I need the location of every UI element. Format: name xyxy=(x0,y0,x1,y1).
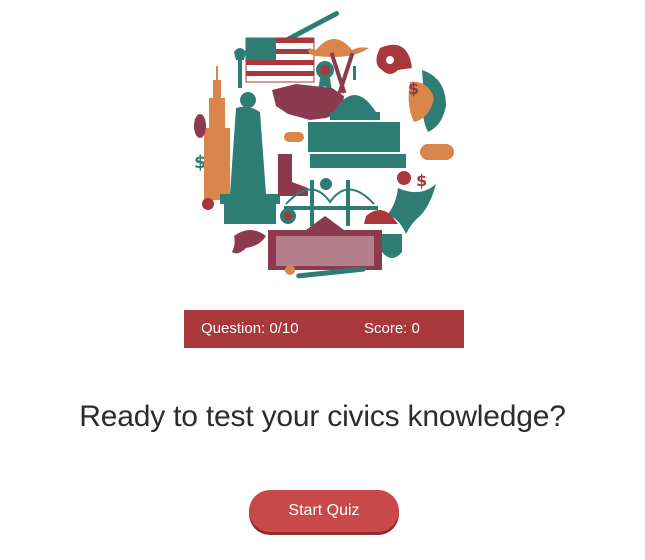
quiz-status-bar: Question: 0/10 Score: 0 xyxy=(184,310,464,348)
question-counter: Question: 0/10 xyxy=(201,320,299,337)
svg-text:$: $ xyxy=(416,171,427,190)
score-counter: Score: 0 xyxy=(364,320,420,337)
white-house-icon xyxy=(268,216,382,270)
americana-collage-icon: $ $ $ $ xyxy=(184,8,462,286)
svg-text:$: $ xyxy=(408,79,419,98)
page-title: Ready to test your civics knowledge? xyxy=(79,400,566,433)
empire-state-building-icon xyxy=(204,66,230,200)
flag-icon xyxy=(245,37,315,83)
start-quiz-button[interactable]: Start Quiz xyxy=(249,490,399,532)
